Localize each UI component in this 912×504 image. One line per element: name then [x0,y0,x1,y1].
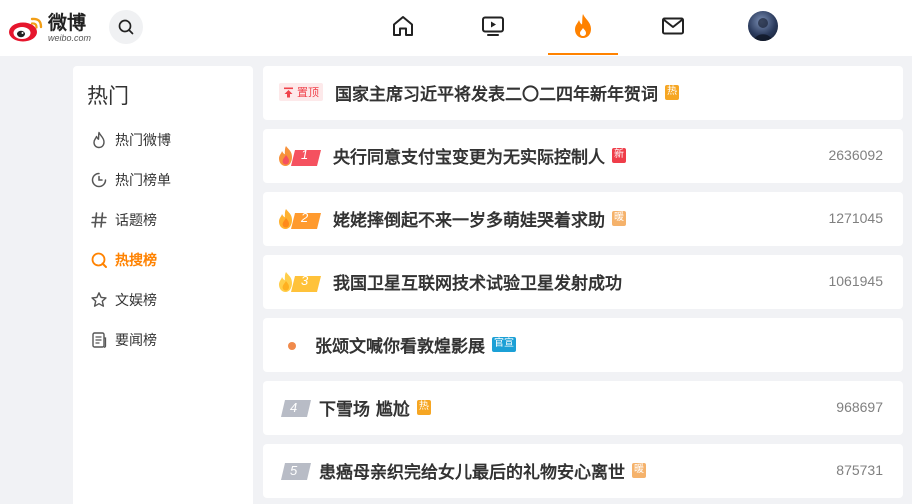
avatar-image [754,18,772,41]
sidebar-item-hot-weibo[interactable]: 热门微博 [89,128,171,152]
pinned-tag-label: 置顶 [297,86,319,99]
user-avatar[interactable] [748,11,778,41]
sidebar-item-hot-lists[interactable]: 热门榜单 [89,168,171,192]
pinned-tag: 置顶 [279,83,323,101]
nav-video[interactable] [479,12,507,40]
hot-item-title[interactable]: 张颂文喊你看敦煌影展 [315,332,485,357]
rank-number: 5 [290,463,298,478]
rank-number: 2 [301,210,309,225]
weibo-logo-icon [9,17,43,42]
hashtag-icon [91,212,107,228]
hot-item-title[interactable]: 姥姥摔倒起不来一岁多萌娃哭着求助 [333,206,605,231]
sidebar-item-topics[interactable]: 话题榜 [89,208,157,232]
official-badge: 官宣 [492,337,516,352]
logo-domain: weibo.com [48,32,92,43]
hot-item-title[interactable]: 国家主席习近平将发表二〇二四年新年贺词 [335,80,658,105]
sidebar: 热门 热门微博 热门榜单 话题榜 热搜榜 文娱榜 要闻榜 [73,66,253,504]
hot-badge: 热 [416,400,431,415]
pin-top-icon [284,87,293,97]
sidebar-item-label: 话题榜 [115,213,157,229]
nav-messages[interactable] [659,12,687,40]
heat-count: 875731 [836,462,883,478]
warm-badge: 暖 [632,463,646,478]
hot-item-title[interactable]: 下雪场 尴尬 [319,395,410,420]
nav-active-indicator [548,53,618,55]
nav-hot[interactable] [569,12,597,40]
hot-item-1[interactable]: 1 央行同意支付宝变更为无实际控制人 新 2636092 [263,129,903,183]
sidebar-item-label: 要闻榜 [115,333,157,349]
heat-count: 1061945 [828,273,883,289]
weibo-logo[interactable]: 微博 weibo.com [8,9,91,47]
hot-item-promoted[interactable]: 张颂文喊你看敦煌影展 官宣 [263,318,903,372]
rank-badge-5: 5 [281,463,311,480]
logo-name: 微博 [48,11,87,34]
clock-chart-icon [91,172,107,188]
sidebar-title: 热门 [87,84,129,108]
heat-count: 1271045 [828,210,883,226]
top-navbar: 微博 weibo.com [0,0,912,56]
search-button[interactable] [109,10,143,44]
flame-rank-icon [279,209,321,229]
flame-rank-icon [279,272,321,292]
nav-home[interactable] [389,12,417,40]
rank-badge-4: 4 [281,400,311,417]
hot-badge: 热 [665,85,679,100]
new-badge: 新 [612,148,626,163]
hot-item-title[interactable]: 我国卫星互联网技术试验卫星发射成功 [333,269,622,294]
hot-item-title[interactable]: 患癌母亲织完给女儿最后的礼物安心离世 [319,458,625,483]
hot-item-2[interactable]: 2 姥姥摔倒起不来一岁多萌娃哭着求助 暖 1271045 [263,192,903,246]
promoted-dot [288,342,296,350]
sidebar-item-hot-search[interactable]: 热搜榜 [89,248,157,272]
rank-badge-2: 2 [277,208,323,230]
sidebar-item-label: 热搜榜 [115,253,157,269]
hot-item-4[interactable]: 4 下雪场 尴尬 热 968697 [263,381,903,435]
video-icon [482,16,504,36]
flame-rank-icon [279,146,321,166]
hot-flame-icon [575,14,591,38]
mail-icon [662,17,684,35]
star-icon [91,292,107,307]
flame-outline-icon [93,131,105,149]
hot-search-icon [91,252,107,268]
home-icon [393,16,413,36]
search-icon [118,19,134,35]
hot-item-title[interactable]: 央行同意支付宝变更为无实际控制人 [333,143,605,168]
heat-count: 968697 [836,399,883,415]
rank-number: 3 [301,273,309,288]
sidebar-item-label: 热门榜单 [115,173,171,189]
sidebar-item-label: 文娱榜 [115,293,157,309]
pinned-hot-item[interactable]: 置顶 国家主席习近平将发表二〇二四年新年贺词 热 [263,66,903,120]
warm-badge: 暖 [612,211,626,226]
rank-number: 1 [301,147,309,162]
rank-badge-3: 3 [277,271,323,293]
sidebar-item-news[interactable]: 要闻榜 [89,328,157,352]
rank-number: 4 [290,400,298,415]
sidebar-item-entertainment[interactable]: 文娱榜 [89,288,157,312]
hot-item-3[interactable]: 3 我国卫星互联网技术试验卫星发射成功 1061945 [263,255,903,309]
heat-count: 2636092 [828,147,883,163]
rank-badge-1: 1 [277,145,323,167]
news-icon [92,332,107,348]
hot-item-5[interactable]: 5 患癌母亲织完给女儿最后的礼物安心离世 暖 875731 [263,444,903,498]
sidebar-item-label: 热门微博 [115,133,171,149]
